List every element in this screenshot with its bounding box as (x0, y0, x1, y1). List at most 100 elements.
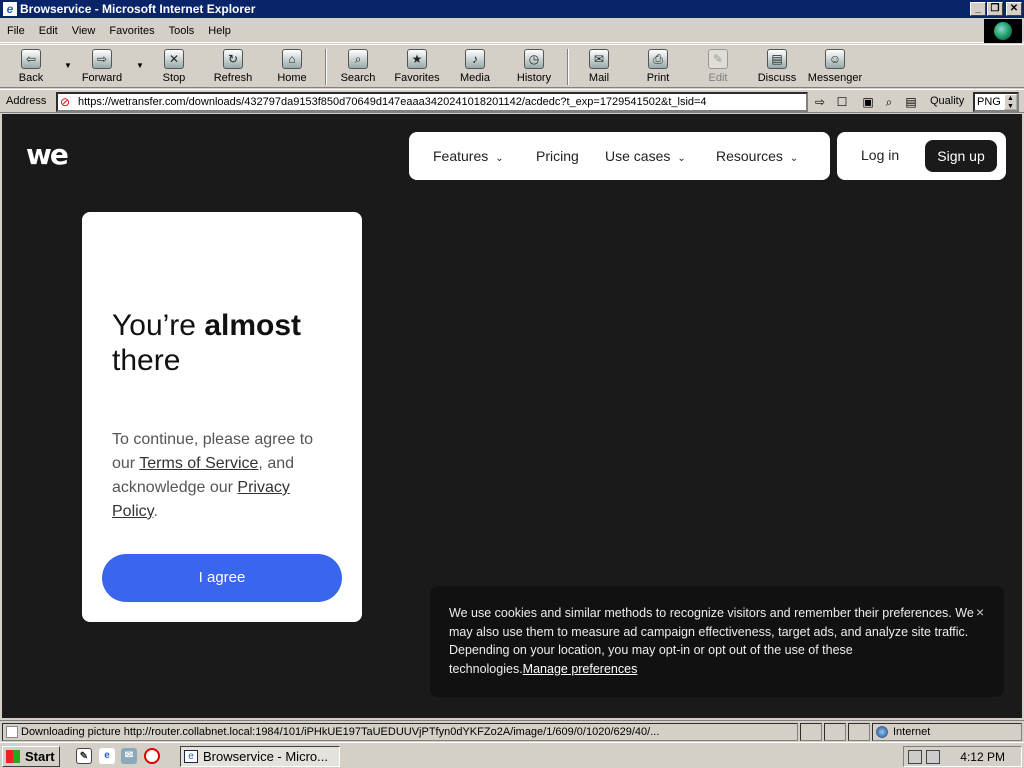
media-button[interactable]: ♪ Media (447, 47, 503, 87)
refresh-button[interactable]: ↻ Refresh (205, 47, 261, 87)
toolbar-separator (325, 49, 327, 85)
chevron-down-icon: ⌄ (495, 153, 504, 164)
status-text: Downloading picture http://router.collab… (2, 723, 798, 741)
stop-icon: ✕ (164, 49, 184, 69)
ie-window-icon: e (184, 750, 198, 763)
title-bar: e Browservice - Microsoft Internet Explo… (0, 0, 1024, 18)
messenger-tray-icon[interactable] (926, 750, 940, 764)
edit-icon: ✎ (708, 49, 728, 69)
home-icon: ⌂ (282, 49, 302, 69)
menu-help[interactable]: Help (201, 25, 238, 37)
maximize-button[interactable]: ❐ (987, 2, 1003, 16)
menu-edit[interactable]: Edit (32, 25, 65, 37)
menu-file[interactable]: File (0, 25, 32, 37)
mail-button[interactable]: ✉ Mail (571, 47, 627, 87)
wetransfer-logo[interactable]: we (26, 141, 69, 169)
minimize-button[interactable]: _ (970, 2, 986, 16)
print-button[interactable]: ⎙ Print (630, 47, 686, 87)
globe-icon (994, 22, 1012, 40)
back-button[interactable]: ⇦ Back (3, 47, 59, 87)
menu-favorites[interactable]: Favorites (102, 25, 161, 37)
nav-use-cases[interactable]: Use cases ⌄ (605, 148, 686, 164)
favorites-icon: ★ (407, 49, 427, 69)
quality-value: PNG (977, 96, 1001, 108)
start-button[interactable]: Start (2, 746, 60, 767)
status-pane (848, 723, 870, 741)
menu-bar: File Edit View Favorites Tools Help (0, 19, 1024, 43)
toolbar: ⇦ Back ▼ ⇨ Forward ▼ ✕ Stop ↻ Refresh ⌂ Home … (0, 44, 1024, 88)
search-button[interactable]: ⌕ Search (330, 47, 386, 87)
quality-select[interactable]: PNG ▲ ▼ (973, 92, 1019, 112)
close-button[interactable]: ✕ (1006, 2, 1022, 16)
status-bar: Downloading picture http://router.collab… (0, 720, 1024, 742)
media-icon: ♪ (465, 49, 485, 69)
windows-flag-icon (6, 750, 20, 763)
menu-tools[interactable]: Tools (162, 25, 202, 37)
signup-button[interactable]: Sign up (925, 140, 997, 172)
search-icon: ⌕ (348, 49, 368, 69)
card-title: You’re almost there (112, 309, 302, 377)
card-body: To continue, please agree to our Terms o… (112, 431, 314, 520)
terms-card: You’re almost there To continue, please a… (82, 212, 362, 622)
nav-pricing[interactable]: Pricing (536, 148, 579, 164)
agree-button[interactable]: I agree (102, 554, 342, 602)
main-navigation: Features ⌄ Pricing Use cases ⌄ Resources ⌄ (409, 132, 830, 180)
clipboard-icon[interactable]: ▤ (902, 94, 920, 111)
web-page-viewport: we Features ⌄ Pricing Use cases ⌄ Resource… (2, 114, 1022, 718)
forward-dropdown-icon[interactable]: ▼ (136, 61, 144, 70)
taskbar-window-browservice[interactable]: e Browservice - Micro... (180, 746, 340, 767)
ie-quicklaunch-icon[interactable]: e (99, 748, 115, 764)
internet-globe-icon (876, 726, 888, 738)
edit-button: ✎ Edit (690, 47, 746, 87)
clock: 4:12 PM (960, 750, 1005, 764)
find-binoculars-icon[interactable]: ⌕ (880, 94, 898, 111)
forward-button[interactable]: ⇨ Forward (74, 47, 130, 87)
stop-button[interactable]: ✕ Stop (146, 47, 202, 87)
toolbar-separator (567, 49, 569, 85)
nav-resources[interactable]: Resources ⌄ (716, 148, 798, 164)
download-page-icon (6, 726, 18, 738)
window-title: Browservice - Microsoft Internet Explore… (20, 2, 256, 16)
close-icon[interactable]: × (976, 604, 984, 620)
network-icon[interactable] (908, 750, 922, 764)
manage-preferences-link[interactable]: Manage preferences (523, 662, 638, 676)
terms-of-service-link[interactable]: Terms of Service (139, 455, 258, 472)
history-button[interactable]: ◷ History (506, 47, 562, 87)
menu-view[interactable]: View (65, 25, 103, 37)
spinner-arrows-icon[interactable]: ▲ ▼ (1004, 94, 1017, 110)
taskbar: Start ✎ e ✉ e Browservice - Micro... 4:12… (0, 742, 1024, 768)
show-desktop-icon[interactable]: ✎ (76, 748, 92, 764)
status-pane (800, 723, 822, 741)
ie-app-icon: e (3, 2, 17, 16)
auth-navigation: Log in Sign up (837, 132, 1006, 180)
quality-label: Quality (930, 95, 965, 107)
page-icon: ⊘ (60, 95, 71, 109)
back-dropdown-icon[interactable]: ▼ (64, 61, 72, 70)
chevron-down-icon: ⌄ (677, 153, 686, 164)
login-link[interactable]: Log in (861, 147, 899, 163)
opera-icon[interactable] (144, 748, 160, 764)
system-tray: 4:12 PM (903, 746, 1022, 767)
print-icon: ⎙ (648, 49, 668, 69)
chevron-down-icon: ⌄ (789, 153, 799, 164)
favorites-button[interactable]: ★ Favorites (389, 47, 445, 87)
address-bar: Address ⊘ https://wetransfer.com/downloa… (0, 89, 1024, 113)
messenger-button[interactable]: ☺ Messenger (807, 47, 863, 87)
mail-icon: ✉ (589, 49, 609, 69)
ie-throbber-logo (984, 19, 1022, 43)
home-button[interactable]: ⌂ Home (264, 47, 320, 87)
address-input[interactable]: ⊘ https://wetransfer.com/downloads/43279… (56, 92, 808, 112)
bookmark-icon[interactable]: ☐ (833, 94, 851, 111)
address-url: https://wetransfer.com/downloads/432797d… (78, 96, 707, 108)
cookie-text: We use cookies and similar methods to re… (449, 606, 974, 676)
messenger-icon: ☺ (825, 49, 845, 69)
forward-arrow-icon: ⇨ (92, 49, 112, 69)
cookie-banner: We use cookies and similar methods to re… (430, 586, 1004, 697)
go-arrow-icon[interactable]: ⇨ (811, 94, 829, 111)
outlook-express-icon[interactable]: ✉ (121, 748, 137, 764)
nav-features[interactable]: Features ⌄ (433, 148, 504, 164)
refresh-icon: ↻ (223, 49, 243, 69)
discuss-icon: ▤ (767, 49, 787, 69)
page-view-icon[interactable]: ▣ (859, 94, 877, 111)
discuss-button[interactable]: ▤ Discuss (749, 47, 805, 87)
